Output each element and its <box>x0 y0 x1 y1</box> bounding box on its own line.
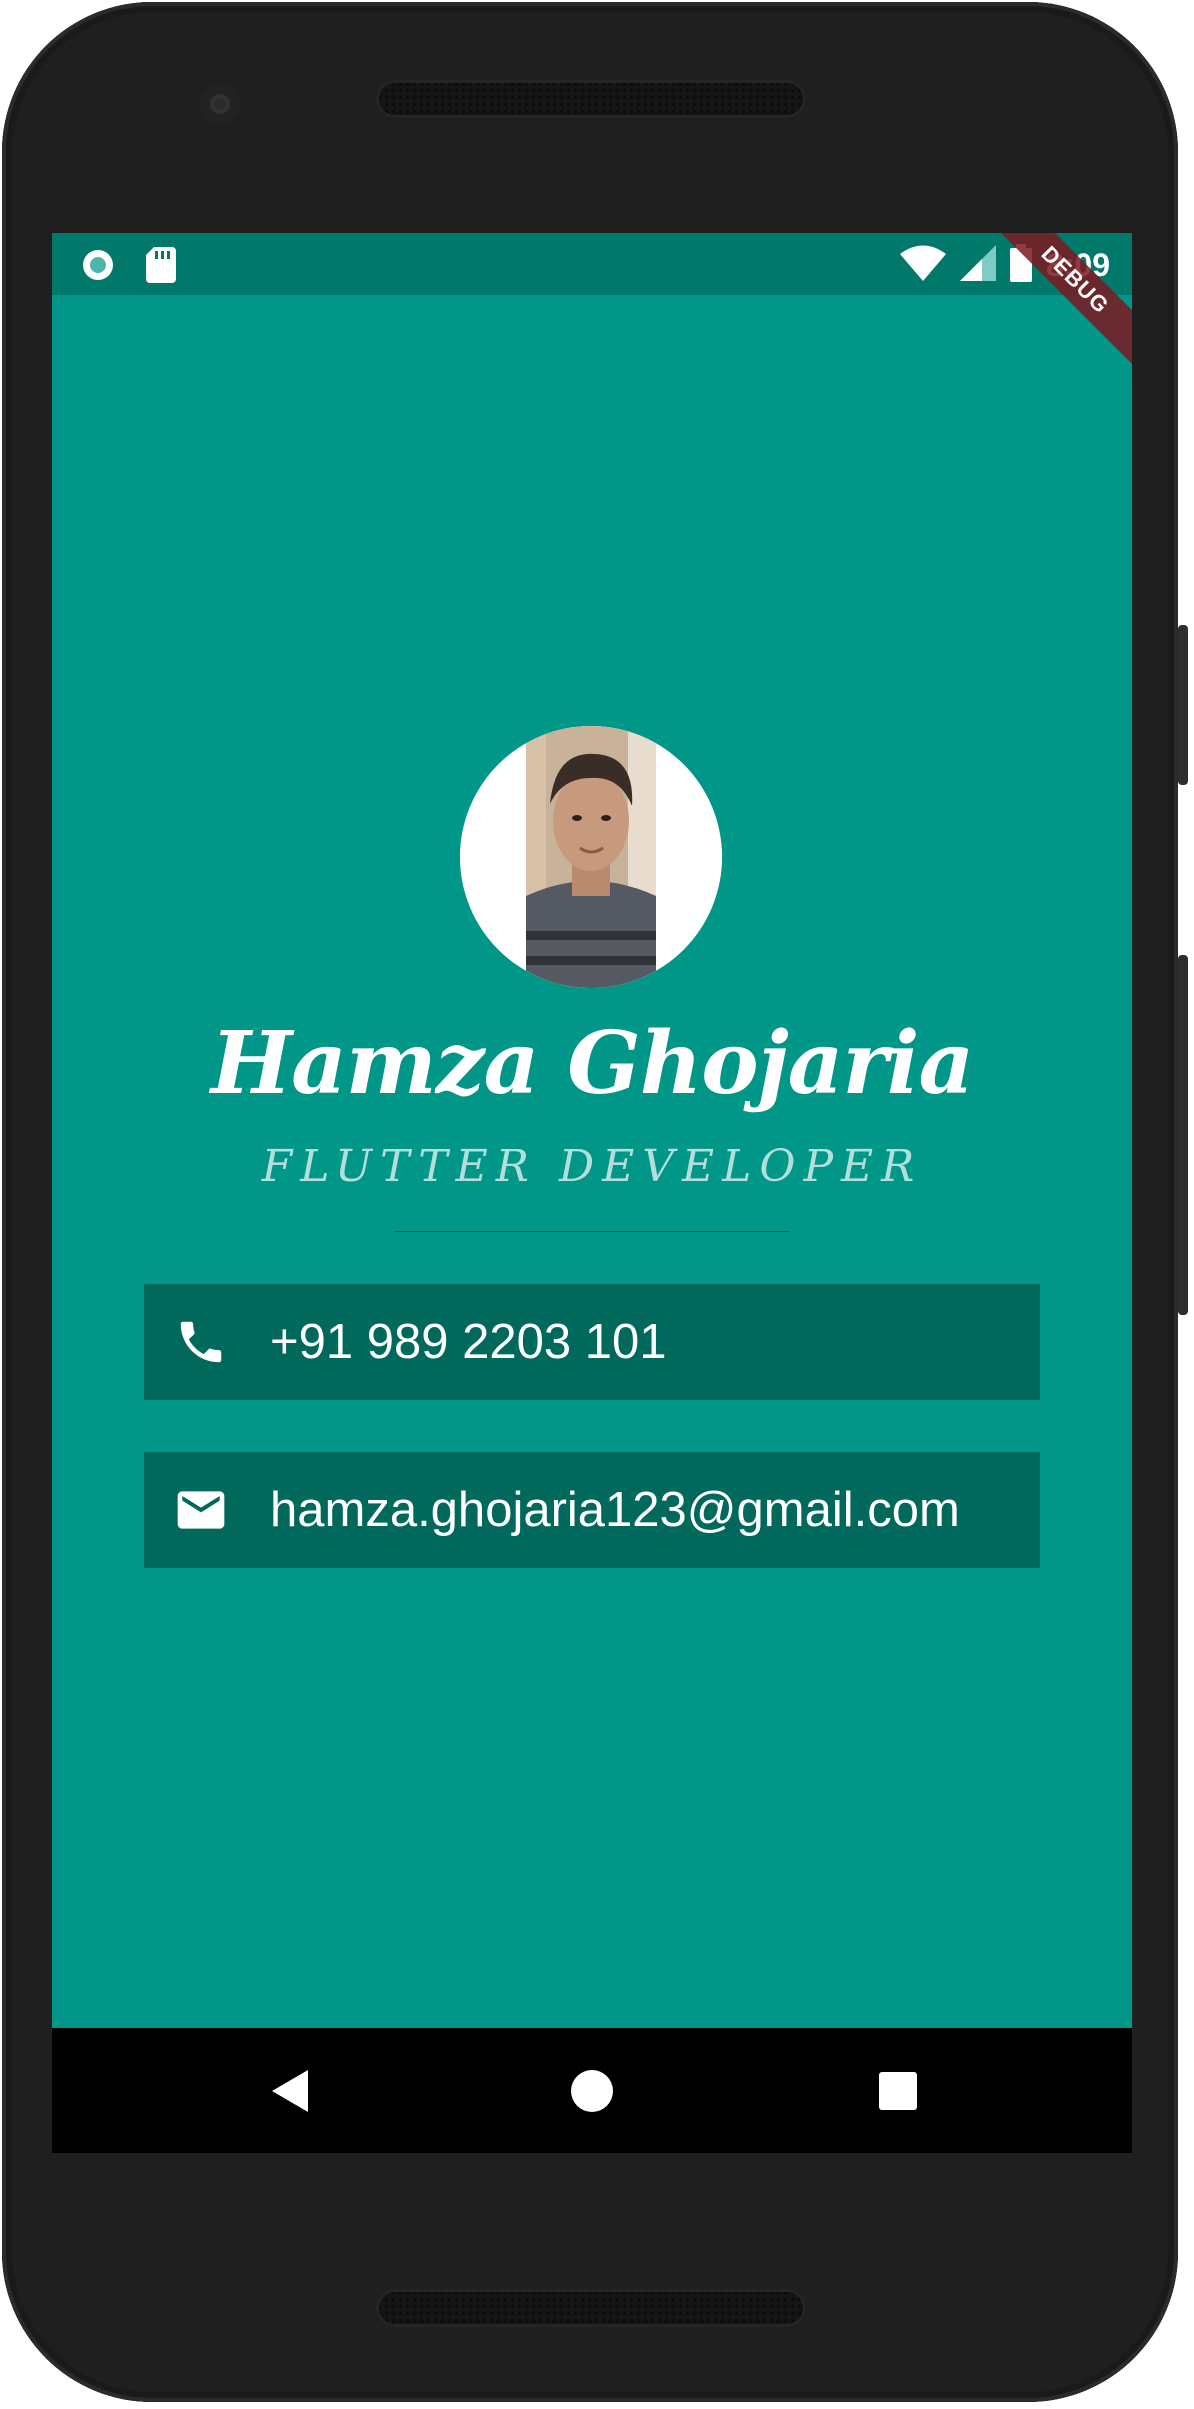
circle-status-icon <box>80 247 116 288</box>
top-speaker <box>376 80 806 118</box>
navigation-bar <box>52 2028 1132 2153</box>
avatar[interactable] <box>460 726 722 988</box>
profile-role: FLUTTER DEVELOPER <box>261 1141 923 1192</box>
wifi-icon <box>899 245 946 286</box>
back-icon[interactable] <box>268 2068 314 2114</box>
sd-card-icon <box>146 247 176 288</box>
avatar-photo <box>460 726 722 988</box>
email-card[interactable]: hamza.ghojaria123@gmail.com <box>144 1452 1040 1568</box>
recents-icon[interactable] <box>875 2068 921 2114</box>
home-icon[interactable] <box>569 2068 615 2114</box>
bottom-speaker <box>376 2289 806 2327</box>
phone-icon <box>172 1313 230 1371</box>
app-screen: 8:09 DEBUG Hamza Ghojaria FLUTTER DEVELO… <box>52 233 1132 2153</box>
front-camera <box>200 84 240 124</box>
status-bar: 8:09 <box>52 233 1132 295</box>
mail-icon <box>172 1481 230 1539</box>
volume-button <box>1178 955 1188 1315</box>
phone-number: +91 989 2203 101 <box>270 1315 667 1369</box>
cell-signal-icon <box>959 245 996 286</box>
email-address: hamza.ghojaria123@gmail.com <box>270 1483 960 1537</box>
divider <box>395 1231 789 1232</box>
profile-name: Hamza Ghojaria <box>210 1013 974 1114</box>
power-button <box>1178 625 1188 785</box>
phone-card[interactable]: +91 989 2203 101 <box>144 1284 1040 1400</box>
